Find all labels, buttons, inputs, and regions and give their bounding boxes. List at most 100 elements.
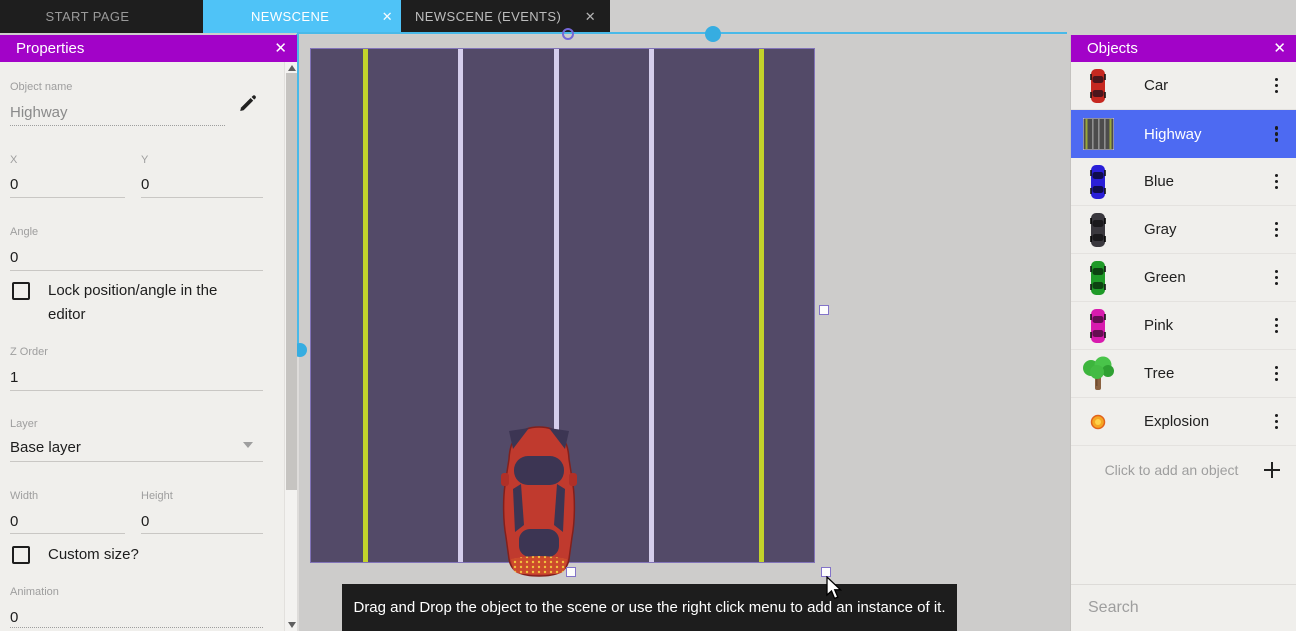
object-menu-button[interactable] bbox=[1269, 266, 1285, 290]
window-border-top bbox=[297, 32, 1067, 34]
object-label: Pink bbox=[1144, 317, 1173, 334]
field-underline bbox=[10, 390, 263, 391]
object-menu-button[interactable] bbox=[1269, 170, 1285, 194]
field-underline bbox=[10, 461, 263, 462]
object-row-highway[interactable]: Highway bbox=[1071, 110, 1296, 158]
car-mirror bbox=[569, 473, 577, 486]
field-underline bbox=[141, 197, 263, 198]
close-icon[interactable]: ✕ bbox=[274, 41, 287, 56]
object-menu-button[interactable] bbox=[1269, 218, 1285, 242]
object-row-green[interactable]: Green bbox=[1071, 254, 1296, 302]
tab-start-page[interactable]: START PAGE bbox=[0, 0, 175, 33]
scroll-down-icon[interactable] bbox=[288, 622, 296, 628]
resize-handle-right[interactable] bbox=[819, 305, 829, 315]
resize-handle-bottom[interactable] bbox=[566, 567, 576, 577]
angle-label: Angle bbox=[10, 226, 38, 238]
search-input[interactable] bbox=[1088, 599, 1295, 617]
car-mirror bbox=[501, 473, 509, 486]
close-icon[interactable]: ✕ bbox=[1273, 41, 1286, 56]
layer-label: Layer bbox=[10, 418, 38, 430]
pink-car-icon bbox=[1081, 307, 1115, 345]
tab-label: NEWSCENE bbox=[251, 9, 329, 24]
explosion-icon bbox=[1081, 414, 1115, 430]
tooltip-text: Drag and Drop the object to the scene or… bbox=[353, 599, 945, 616]
add-object-row[interactable]: Click to add an object bbox=[1071, 446, 1296, 494]
x-label: X bbox=[10, 154, 17, 166]
tab-newscene-events[interactable]: NEWSCENE (EVENTS) ✕ bbox=[401, 0, 606, 33]
road-lane-line bbox=[759, 49, 764, 562]
mouse-cursor bbox=[826, 576, 844, 600]
plus-icon[interactable] bbox=[1262, 460, 1282, 480]
scroll-up-icon[interactable] bbox=[288, 65, 296, 71]
object-label: Blue bbox=[1144, 173, 1174, 190]
car-windshield bbox=[514, 456, 564, 485]
object-row-explosion[interactable]: Explosion bbox=[1071, 398, 1296, 446]
object-search-bar bbox=[1071, 584, 1296, 631]
object-menu-button[interactable] bbox=[1269, 362, 1285, 386]
green-car-icon bbox=[1081, 259, 1115, 297]
z-order-field[interactable]: 1 bbox=[10, 369, 18, 386]
object-row-tree[interactable]: Tree bbox=[1071, 350, 1296, 398]
object-label: Explosion bbox=[1144, 413, 1209, 430]
car-spoiler-texture bbox=[511, 556, 567, 574]
gray-car-icon bbox=[1081, 211, 1115, 249]
object-label: Car bbox=[1144, 77, 1168, 94]
drag-drop-tooltip: Drag and Drop the object to the scene or… bbox=[342, 584, 957, 631]
angle-field[interactable]: 0 bbox=[10, 249, 18, 266]
object-menu-button[interactable] bbox=[1269, 314, 1285, 338]
y-field[interactable]: 0 bbox=[141, 176, 149, 193]
edit-pencil-icon[interactable] bbox=[238, 93, 258, 113]
lock-position-checkbox[interactable] bbox=[12, 282, 30, 300]
road-lane-line bbox=[363, 49, 368, 562]
z-order-label: Z Order bbox=[10, 346, 48, 358]
custom-size-checkbox[interactable] bbox=[12, 546, 30, 564]
animation-field[interactable]: 0 bbox=[10, 609, 18, 626]
object-row-car[interactable]: Car bbox=[1071, 62, 1296, 110]
height-field[interactable]: 0 bbox=[141, 513, 149, 530]
rotation-handle[interactable] bbox=[562, 28, 574, 40]
scrollbar-thumb[interactable] bbox=[286, 73, 297, 490]
object-menu-button[interactable] bbox=[1269, 122, 1285, 146]
tab-label: START PAGE bbox=[46, 9, 130, 24]
x-field[interactable]: 0 bbox=[10, 176, 18, 193]
field-underline bbox=[10, 627, 263, 628]
y-label: Y bbox=[141, 154, 148, 166]
tab-label: NEWSCENE (EVENTS) bbox=[415, 9, 561, 24]
scene-editor-app: START PAGE NEWSCENE ✕ NEWSCENE (EVENTS) … bbox=[0, 0, 1296, 631]
panel-title: Objects bbox=[1087, 40, 1138, 57]
properties-panel: Properties ✕ Object name Highway X Y 0 0… bbox=[0, 35, 297, 631]
chevron-down-icon[interactable] bbox=[243, 442, 253, 448]
object-name-field[interactable]: Highway bbox=[10, 104, 68, 121]
object-label: Green bbox=[1144, 269, 1186, 286]
properties-scrollbar[interactable] bbox=[284, 62, 297, 631]
properties-panel-header: Properties ✕ bbox=[0, 35, 297, 62]
objects-panel: Objects ✕ Car bbox=[1070, 35, 1296, 631]
car-instance[interactable] bbox=[501, 425, 577, 577]
tree-icon bbox=[1081, 356, 1115, 392]
blue-car-icon bbox=[1081, 163, 1115, 201]
object-label: Gray bbox=[1144, 221, 1177, 238]
object-menu-button[interactable] bbox=[1269, 74, 1285, 98]
object-row-pink[interactable]: Pink bbox=[1071, 302, 1296, 350]
window-drag-grip-top[interactable] bbox=[705, 26, 721, 42]
field-underline bbox=[10, 197, 125, 198]
field-underline bbox=[10, 270, 263, 271]
road-lane-line bbox=[458, 49, 463, 562]
layer-select[interactable]: Base layer bbox=[10, 439, 81, 456]
field-underline bbox=[10, 125, 225, 126]
field-underline bbox=[141, 533, 263, 534]
highway-icon bbox=[1081, 118, 1115, 150]
width-field[interactable]: 0 bbox=[10, 513, 18, 530]
tab-newscene[interactable]: NEWSCENE ✕ bbox=[203, 0, 401, 33]
close-tab-icon[interactable]: ✕ bbox=[585, 9, 596, 25]
scene-canvas[interactable]: Drag and Drop the object to the scene or… bbox=[297, 35, 1070, 631]
object-menu-button[interactable] bbox=[1269, 410, 1285, 434]
object-label: Tree bbox=[1144, 365, 1174, 382]
object-row-blue[interactable]: Blue bbox=[1071, 158, 1296, 206]
object-row-gray[interactable]: Gray bbox=[1071, 206, 1296, 254]
object-label: Highway bbox=[1144, 126, 1202, 143]
custom-size-label: Custom size? bbox=[48, 543, 139, 567]
animation-label: Animation bbox=[10, 586, 59, 598]
close-tab-icon[interactable]: ✕ bbox=[382, 9, 393, 25]
red-car-icon bbox=[1081, 67, 1115, 105]
